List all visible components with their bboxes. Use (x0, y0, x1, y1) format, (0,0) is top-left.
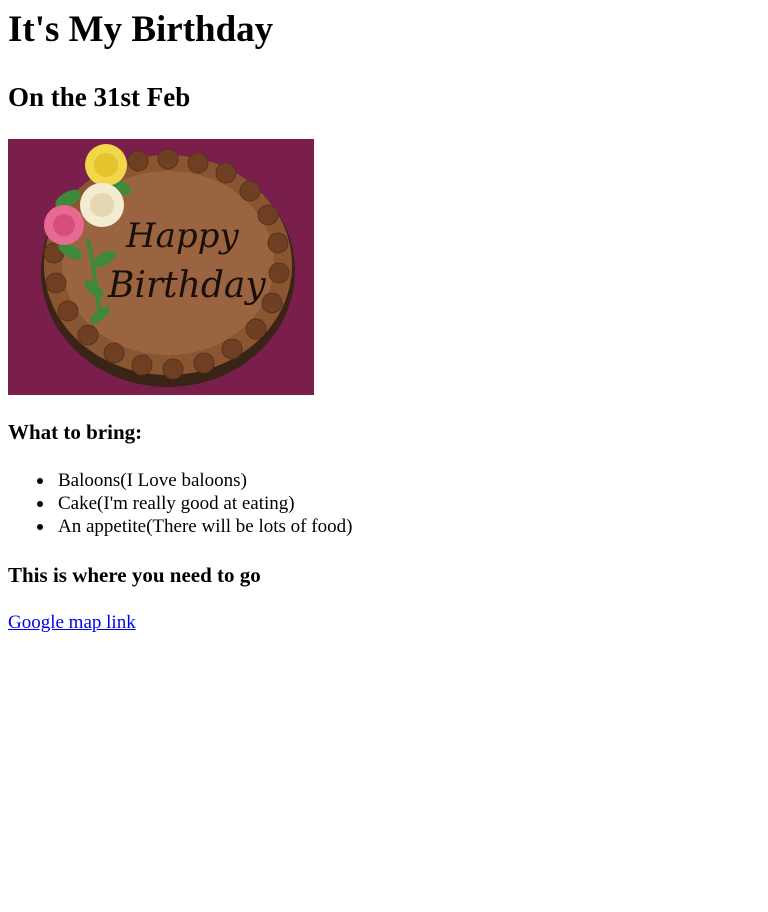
list-item-text: Cake(I'm really good at eating) (58, 493, 295, 514)
bullet-icon (37, 524, 43, 530)
cake-text-happy: Happy (125, 216, 239, 256)
page-title: It's My Birthday (8, 9, 274, 50)
list-item-text: An appetite(There will be lots of food) (58, 516, 353, 537)
bullet-icon (37, 478, 43, 484)
list-item-text: Baloons(I Love baloons) (58, 470, 247, 491)
list-item: Baloons(I Love baloons) (37, 469, 352, 492)
list-item: Cake(I'm really good at eating) (37, 492, 352, 515)
bullet-icon (37, 501, 43, 507)
google-map-link[interactable]: Google map link (8, 611, 136, 634)
bring-list: Baloons(I Love baloons) Cake(I'm really … (8, 469, 352, 538)
bring-heading: What to bring: (8, 420, 143, 444)
cake-text-birthday: Birthday (107, 265, 266, 306)
birthday-cake-image: Happy Birthday (8, 139, 314, 395)
directions-heading: This is where you need to go (8, 563, 261, 587)
page-subtitle: On the 31st Feb (8, 82, 191, 112)
list-item: An appetite(There will be lots of food) (37, 515, 353, 538)
